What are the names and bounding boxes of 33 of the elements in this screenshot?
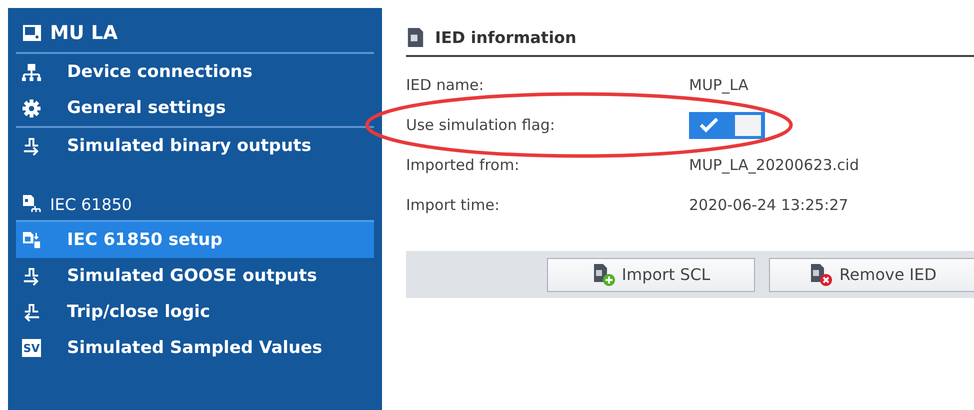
field-value: MUP_LA [689,76,748,94]
sidebar-item[interactable]: Trip/close logic [16,294,374,330]
field-label: IED name: [406,76,485,94]
section-title: IEC 61850 [50,194,132,214]
toggle-switch[interactable] [689,112,765,138]
document-add-icon [592,262,616,286]
sidebar-item[interactable]: Simulated binary outputs [16,126,374,164]
gear-icon [22,98,41,118]
sidebar-item[interactable]: IEC 61850 setup [16,220,374,258]
arrow-right-icon [22,266,41,286]
section-title: MU LA [50,22,118,44]
check-icon [699,117,719,133]
section-title: IED information [435,28,576,47]
add-button[interactable]: Import SCL [547,258,755,292]
sidebar-item[interactable]: General settings [16,90,374,126]
sidebar-item[interactable]: Simulated GOOSE outputs [16,258,374,294]
field-label: Use simulation flag: [406,116,556,134]
document-grid-icon [22,230,41,250]
remove-button[interactable]: Remove IED [769,258,974,292]
arrow-left-icon [22,302,41,322]
arrow-right-icon [22,136,41,156]
field-value: MUP_LA_20200623.cid [689,156,859,174]
sv-icon: SV [22,339,41,357]
field-value: 2020-06-24 13:25:27 [689,196,848,214]
device-icon [406,28,425,47]
sidebar-item[interactable]: SV Simulated Sampled Values [16,330,374,366]
sidebar-item[interactable]: Device connections [16,54,374,90]
document-network-icon [22,194,42,214]
field-label: Imported from: [406,156,520,174]
field-label: Import time: [406,196,500,214]
network-icon [22,62,41,82]
device-icon [22,23,42,43]
document-remove-icon [809,262,834,286]
